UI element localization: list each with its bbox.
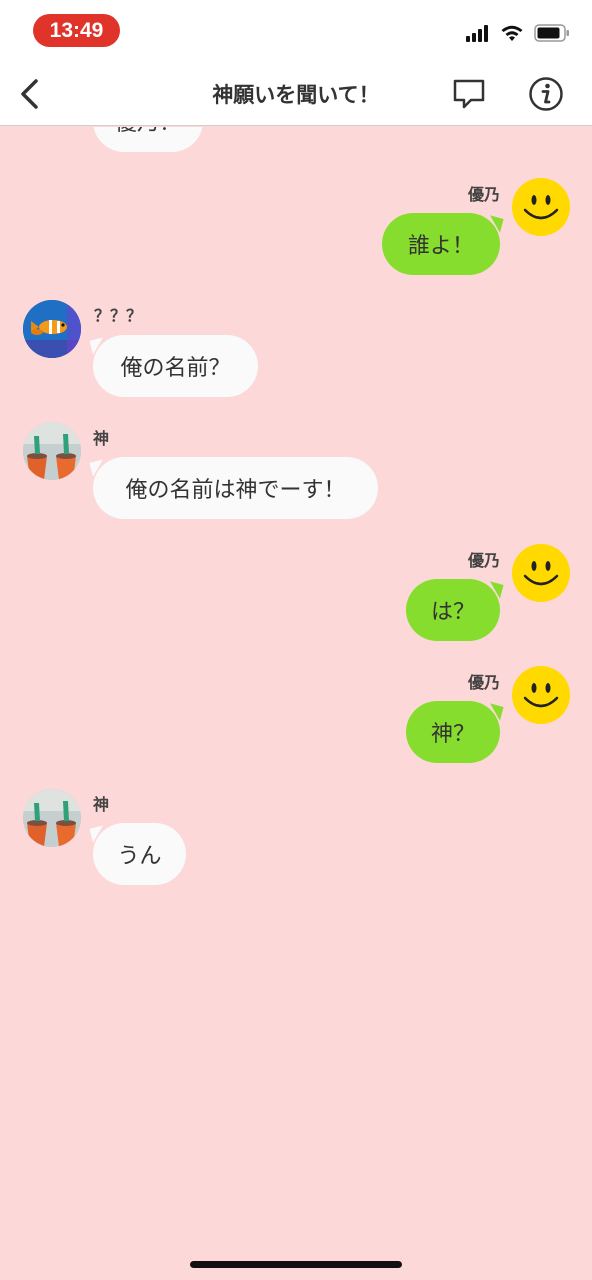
nav-bar: 神願いを聞いて！: [0, 62, 592, 126]
smiley-icon: [523, 195, 559, 220]
home-indicator[interactable]: [190, 1261, 402, 1268]
chat-bubble-icon: [453, 79, 485, 109]
message-text: 俺の名前は神でーす！: [125, 478, 346, 503]
avatar[interactable]: [512, 666, 570, 724]
avatar[interactable]: [512, 544, 570, 602]
message-text: うん: [117, 844, 162, 869]
message-text: は？: [430, 600, 475, 625]
sender-name: 優乃: [467, 673, 500, 692]
fish-avatar-icon: [23, 300, 81, 358]
back-button[interactable]: [14, 76, 48, 112]
avatar[interactable]: [23, 300, 81, 358]
message-bubble: 神？: [406, 701, 500, 763]
smiley-icon: [523, 561, 559, 586]
info-icon: [529, 77, 563, 111]
message-text: 優乃！: [115, 127, 181, 137]
message-bubble: は？: [406, 579, 500, 641]
avatar[interactable]: [512, 178, 570, 236]
chat-button[interactable]: [452, 78, 486, 110]
sender-name: 優乃: [467, 551, 500, 570]
sender-name: 神: [93, 429, 110, 448]
page-title: 神願いを聞いて！: [212, 83, 380, 107]
sender-name: ？？？: [94, 306, 143, 325]
message-bubble: 俺の名前？: [93, 335, 258, 397]
chat-area[interactable]: 優乃！ 優乃 誰よ！ ？？？ 俺の名前？: [0, 127, 592, 1280]
battery-icon: [534, 24, 569, 42]
message-text: 神？: [430, 722, 475, 747]
sender-name: 優乃: [467, 185, 500, 204]
message-text: 俺の名前？: [120, 356, 231, 381]
message-bubble: 誰よ！: [382, 213, 500, 275]
plant-avatar-icon: [23, 422, 81, 480]
sender-name: 神: [93, 795, 110, 814]
plant-avatar-icon: [23, 789, 81, 847]
status-bar: 13:49: [0, 0, 592, 62]
message-bubble: 俺の名前は神でーす！: [93, 457, 378, 519]
signal-icon: [466, 25, 488, 42]
avatar[interactable]: [23, 422, 81, 480]
avatar[interactable]: [23, 789, 81, 847]
message-bubble: うん: [93, 823, 186, 885]
back-icon: [21, 79, 38, 109]
smiley-icon: [523, 683, 559, 708]
wifi-icon: [501, 25, 523, 41]
status-icons: [466, 22, 570, 44]
message-bubble: 優乃！: [93, 127, 204, 152]
info-button[interactable]: [528, 76, 564, 112]
message-text: 誰よ！: [407, 234, 474, 259]
status-time: 13:49: [33, 14, 120, 47]
